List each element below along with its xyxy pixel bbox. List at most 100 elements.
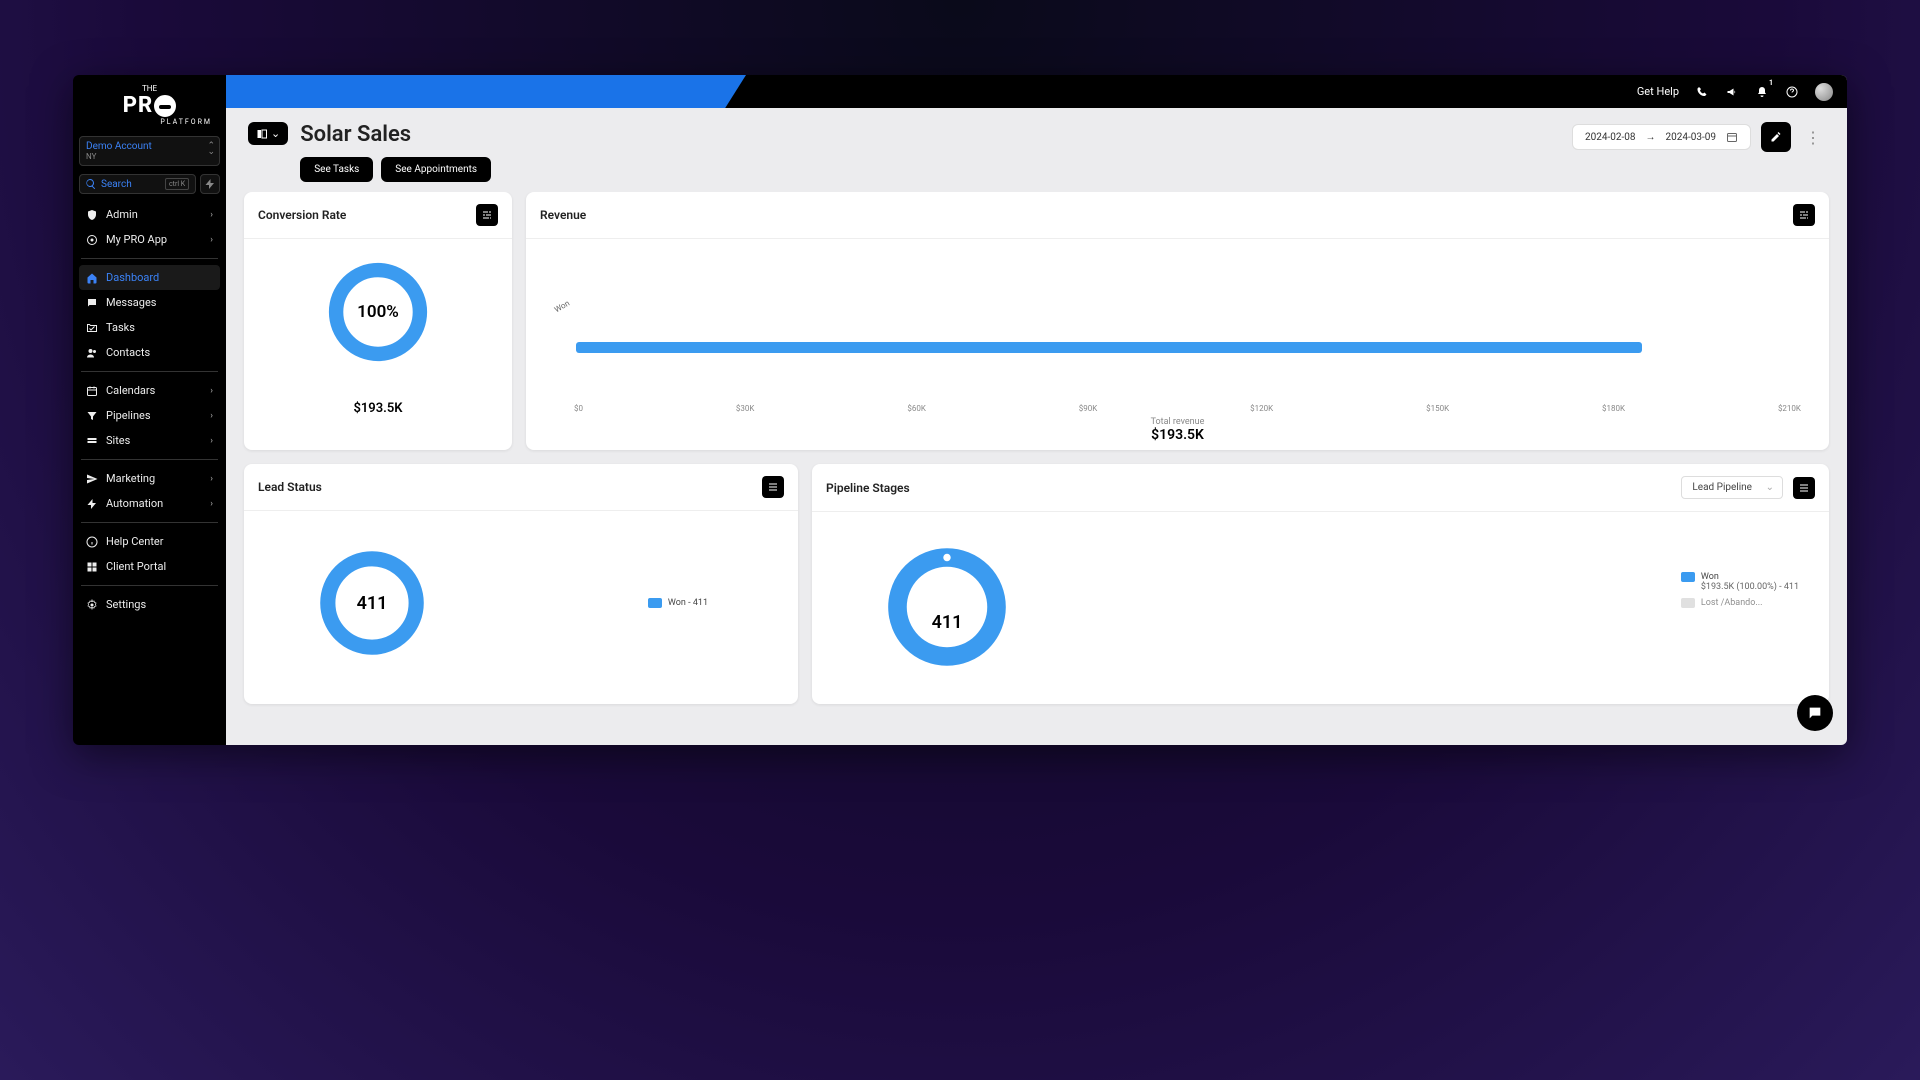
phone-icon[interactable] xyxy=(1695,85,1709,99)
sidebar-item-label: Calendars xyxy=(106,384,155,397)
search-icon xyxy=(85,178,97,190)
sidebar-item-pipelines[interactable]: Pipelines › xyxy=(79,403,220,428)
sidebar-item-label: Tasks xyxy=(106,321,135,334)
search-input-wrap[interactable]: ctrl K xyxy=(79,174,196,194)
sidebar-item-label: Help Center xyxy=(106,535,164,548)
nav-settings: Settings xyxy=(73,592,226,617)
search-kbd: ctrl K xyxy=(165,178,189,190)
sidebar-item-settings[interactable]: Settings xyxy=(79,592,220,617)
see-appointments-button[interactable]: See Appointments xyxy=(381,157,491,182)
legend-name: Won xyxy=(1701,572,1799,582)
legend-swatch xyxy=(1681,598,1695,608)
quick-action-button[interactable] xyxy=(200,174,220,194)
page-title: Solar Sales xyxy=(300,122,491,147)
sidebar-item-sites[interactable]: Sites › xyxy=(79,428,220,453)
sidebar-item-label: Automation xyxy=(106,497,163,510)
search-input[interactable] xyxy=(101,179,161,190)
sidebar-item-label: Client Portal xyxy=(106,560,166,573)
donut-center-value: 411 xyxy=(882,542,1012,672)
sidebar-item-tasks[interactable]: Tasks xyxy=(79,315,220,340)
legend-name: Lost /Abando... xyxy=(1701,598,1763,608)
sidebar-item-label: Admin xyxy=(106,208,138,221)
brand-head-icon xyxy=(154,95,176,117)
bell-icon[interactable]: 1 xyxy=(1755,85,1769,99)
sidebar-item-clientportal[interactable]: Client Portal xyxy=(79,554,220,579)
sidebar-item-label: Settings xyxy=(106,598,146,611)
layout-toggle-button[interactable]: ⌄ xyxy=(248,122,288,145)
card-conversion-rate: Conversion Rate 100% $193.5K xyxy=(244,192,512,450)
chevron-down-icon: ⌄ xyxy=(1766,482,1774,493)
sidebar: THE PR PLATFORM Demo Account NY ⌃⌄ ctrl … xyxy=(73,75,226,745)
sidebar-item-label: Pipelines xyxy=(106,409,151,422)
card-options-button[interactable] xyxy=(1793,204,1815,226)
date-from: 2024-02-08 xyxy=(1585,132,1636,143)
date-range-picker[interactable]: 2024-02-08 → 2024-03-09 xyxy=(1572,124,1751,150)
portal-icon xyxy=(86,561,98,573)
nav-marketing: Marketing › Automation › xyxy=(73,466,226,516)
layout-icon xyxy=(256,128,268,140)
legend-detail: $193.5K (100.00%) - 411 xyxy=(1701,582,1799,592)
sliders-icon xyxy=(1798,209,1810,221)
account-selector[interactable]: Demo Account NY ⌃⌄ xyxy=(79,136,220,166)
card-pipeline-stages: Pipeline Stages Lead Pipeline ⌄ 4 xyxy=(812,464,1829,704)
more-menu-button[interactable]: ⋮ xyxy=(1801,128,1825,147)
sites-icon xyxy=(86,435,98,447)
send-icon xyxy=(86,473,98,485)
sidebar-item-helpcenter[interactable]: Help Center xyxy=(79,529,220,554)
sidebar-item-dashboard[interactable]: Dashboard xyxy=(79,265,220,290)
get-help-link[interactable]: Get Help xyxy=(1637,85,1679,98)
edit-button[interactable] xyxy=(1761,122,1791,152)
calendar-icon xyxy=(86,385,98,397)
pencil-icon xyxy=(1770,131,1782,143)
sidebar-item-messages[interactable]: Messages xyxy=(79,290,220,315)
user-avatar[interactable] xyxy=(1815,83,1833,101)
card-lead-status: Lead Status 411 Won - 411 xyxy=(244,464,798,704)
nav-main: Dashboard Messages Tasks Contacts xyxy=(73,265,226,365)
chevron-right-icon: › xyxy=(210,436,213,446)
sidebar-item-myproapp[interactable]: My PRO App › xyxy=(79,227,220,252)
see-tasks-button[interactable]: See Tasks xyxy=(300,157,373,182)
card-options-button[interactable] xyxy=(762,476,784,498)
sidebar-item-label: Marketing xyxy=(106,472,155,485)
revenue-bar-won xyxy=(576,342,1642,353)
chat-icon xyxy=(86,297,98,309)
card-options-button[interactable] xyxy=(1793,477,1815,499)
main-content: Get Help 1 ⌄ Solar Sales See Tasks xyxy=(226,75,1847,745)
pipeline-select[interactable]: Lead Pipeline ⌄ xyxy=(1681,476,1783,499)
revenue-bar-chart: Won xyxy=(554,259,1801,354)
topbar: Get Help 1 xyxy=(226,75,1847,108)
sidebar-item-admin[interactable]: Admin › xyxy=(79,202,220,227)
chevron-right-icon: › xyxy=(210,235,213,245)
shield-icon xyxy=(86,209,98,221)
help-icon[interactable] xyxy=(1785,85,1799,99)
chevron-down-icon: ⌄ xyxy=(271,127,280,140)
lead-donut-chart: 411 xyxy=(314,545,430,661)
megaphone-icon[interactable] xyxy=(1725,85,1739,99)
sidebar-item-label: My PRO App xyxy=(106,233,167,246)
sidebar-item-automation[interactable]: Automation › xyxy=(79,491,220,516)
account-sub: NY xyxy=(86,152,213,161)
card-title: Lead Status xyxy=(258,480,322,494)
check-icon xyxy=(86,322,98,334)
chat-fab-button[interactable] xyxy=(1797,695,1833,731)
card-title: Pipeline Stages xyxy=(826,481,910,495)
divider xyxy=(81,522,218,523)
brand-platform: PLATFORM xyxy=(73,118,226,126)
divider xyxy=(81,258,218,259)
card-options-button[interactable] xyxy=(476,204,498,226)
divider xyxy=(81,371,218,372)
bolt-icon xyxy=(204,178,216,190)
pipeline-legend: Won $193.5K (100.00%) - 411 Lost /Abando… xyxy=(1681,532,1799,672)
sidebar-item-calendars[interactable]: Calendars › xyxy=(79,378,220,403)
sidebar-item-label: Dashboard xyxy=(106,271,159,284)
chevron-right-icon: › xyxy=(210,386,213,396)
bolt-icon xyxy=(86,498,98,510)
brand-the: THE xyxy=(73,85,226,93)
sidebar-item-contacts[interactable]: Contacts xyxy=(79,340,220,365)
chevron-right-icon: › xyxy=(210,499,213,509)
sidebar-item-marketing[interactable]: Marketing › xyxy=(79,466,220,491)
chevron-right-icon: › xyxy=(210,210,213,220)
chat-icon xyxy=(1807,705,1823,721)
dashboard-grid: Conversion Rate 100% $193.5K Revenue xyxy=(226,192,1847,722)
funnel-icon xyxy=(86,410,98,422)
